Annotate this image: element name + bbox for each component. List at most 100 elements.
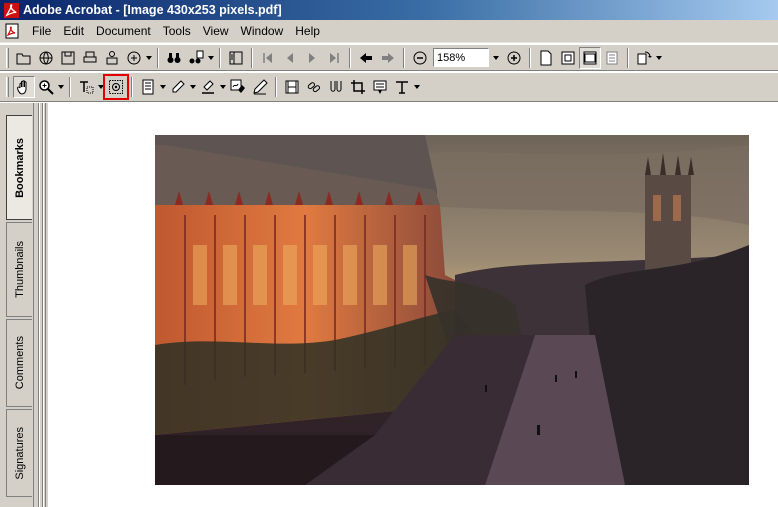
go-forward-button[interactable] (377, 47, 399, 69)
next-page-icon (309, 52, 315, 63)
zoom-out-button[interactable] (409, 47, 431, 69)
print-button[interactable] (79, 47, 101, 69)
toolbar-separator (69, 77, 71, 97)
graphics-select-tool-button[interactable] (103, 74, 129, 100)
rotate-view-button[interactable] (633, 47, 655, 69)
email-button[interactable] (101, 47, 123, 69)
form-icon (373, 80, 387, 94)
acrobat-app-icon[interactable] (4, 2, 19, 18)
search-button[interactable] (163, 47, 185, 69)
floppy-disk-icon (61, 51, 75, 64)
last-page-button[interactable] (323, 47, 345, 69)
tab-bookmarks[interactable]: Bookmarks (6, 115, 32, 220)
back-arrow-icon (360, 52, 372, 63)
zoom-in-icon (507, 51, 521, 64)
crop-tool-button[interactable] (347, 76, 369, 98)
open-web-page-button[interactable] (35, 47, 57, 69)
zoom-tool-button[interactable] (35, 76, 57, 98)
menu-view[interactable]: View (197, 24, 235, 38)
tab-signatures-label: Signatures (13, 426, 26, 480)
tab-bookmarks-label: Bookmarks (13, 137, 26, 198)
hand-icon (16, 80, 27, 95)
navigation-tab-strip: Bookmarks Thumbnails Comments Signatures (0, 103, 34, 507)
tab-thumbnails[interactable]: Thumbnails (6, 222, 32, 317)
toolbar-separator (403, 47, 405, 68)
tab-comments[interactable]: Comments (6, 319, 32, 407)
document-icon[interactable] (4, 23, 20, 39)
note-icon (142, 79, 154, 95)
rotate-view-dropdown[interactable] (655, 47, 663, 69)
fit-in-window-icon (561, 51, 575, 64)
actual-size-icon (540, 50, 552, 65)
signature-pen-icon (230, 79, 245, 93)
highlight-tool-dropdown[interactable] (219, 76, 227, 98)
zoom-tool-dropdown[interactable] (57, 76, 65, 98)
save-button[interactable] (57, 47, 79, 69)
open-folder-icon (16, 53, 31, 64)
navigation-pane-icon (229, 51, 243, 64)
web-capture-dropdown[interactable] (145, 47, 153, 69)
rotate-page-icon (637, 51, 652, 64)
magnifier-icon (39, 80, 54, 95)
binoculars-icon (167, 52, 181, 63)
fit-in-window-button[interactable] (557, 47, 579, 69)
web-capture-icon (127, 51, 141, 64)
text-tool-icon (396, 81, 408, 94)
form-tool-button[interactable] (369, 76, 391, 98)
toolbar-separator (251, 47, 253, 68)
menu-document[interactable]: Document (90, 24, 157, 38)
menu-window[interactable]: Window (235, 24, 290, 38)
touchup-tool-dropdown[interactable] (413, 76, 421, 98)
touchup-text-tool-button[interactable] (249, 76, 271, 98)
toolbar-separator (529, 47, 531, 68)
note-tool-button[interactable] (137, 76, 159, 98)
search-index-button[interactable] (185, 47, 207, 69)
tab-signatures[interactable]: Signatures (6, 409, 32, 497)
select-tool-dropdown[interactable] (97, 76, 105, 98)
menu-tools[interactable]: Tools (157, 24, 197, 38)
toolbar-separator (275, 77, 277, 97)
digital-signature-tool-button[interactable] (227, 76, 249, 98)
zoom-out-icon (413, 51, 427, 64)
web-capture-button[interactable] (123, 47, 145, 69)
first-page-button[interactable] (257, 47, 279, 69)
navigation-pane-splitter[interactable] (36, 103, 46, 507)
forward-arrow-icon (382, 52, 394, 63)
zoom-in-button[interactable] (503, 47, 525, 69)
next-page-button[interactable] (301, 47, 323, 69)
search-dropdown[interactable] (207, 47, 215, 69)
note-tool-dropdown[interactable] (159, 76, 167, 98)
zoom-level-input[interactable]: 158% (433, 48, 489, 67)
menu-help[interactable]: Help (289, 24, 326, 38)
pencil-tool-button[interactable] (167, 76, 189, 98)
actual-size-button[interactable] (535, 47, 557, 69)
window-title: Adobe Acrobat - [Image 430x253 pixels.pd… (23, 3, 282, 17)
title-bar: Adobe Acrobat - [Image 430x253 pixels.pd… (0, 0, 778, 20)
go-back-button[interactable] (355, 47, 377, 69)
open-button[interactable] (13, 47, 35, 69)
highlight-tool-button[interactable] (197, 76, 219, 98)
toolbar-grip[interactable] (6, 47, 9, 68)
fit-width-button[interactable] (579, 46, 601, 69)
menu-file[interactable]: File (26, 24, 57, 38)
menu-edit[interactable]: Edit (57, 24, 90, 38)
show-hide-navigation-pane-button[interactable] (225, 47, 247, 69)
binoculars-document-icon (189, 50, 204, 63)
fit-width-icon (583, 51, 597, 64)
previous-page-button[interactable] (279, 47, 301, 69)
tab-thumbnails-label: Thumbnails (13, 241, 26, 298)
zoom-level-dropdown[interactable] (489, 48, 503, 67)
link-tool-button[interactable] (303, 76, 325, 98)
hand-tool-button[interactable] (13, 76, 35, 98)
article-tool-button[interactable] (325, 76, 347, 98)
article-icon (330, 81, 342, 92)
touchup-text-select-button[interactable] (391, 76, 413, 98)
text-select-tool-button[interactable] (75, 76, 97, 98)
movie-tool-button[interactable] (281, 76, 303, 98)
pencil-tool-dropdown[interactable] (189, 76, 197, 98)
fit-visible-button[interactable] (601, 47, 623, 69)
document-view[interactable] (48, 103, 778, 507)
document-image (155, 135, 749, 485)
toolbar-grip[interactable] (6, 77, 9, 97)
printer-icon (83, 51, 97, 62)
